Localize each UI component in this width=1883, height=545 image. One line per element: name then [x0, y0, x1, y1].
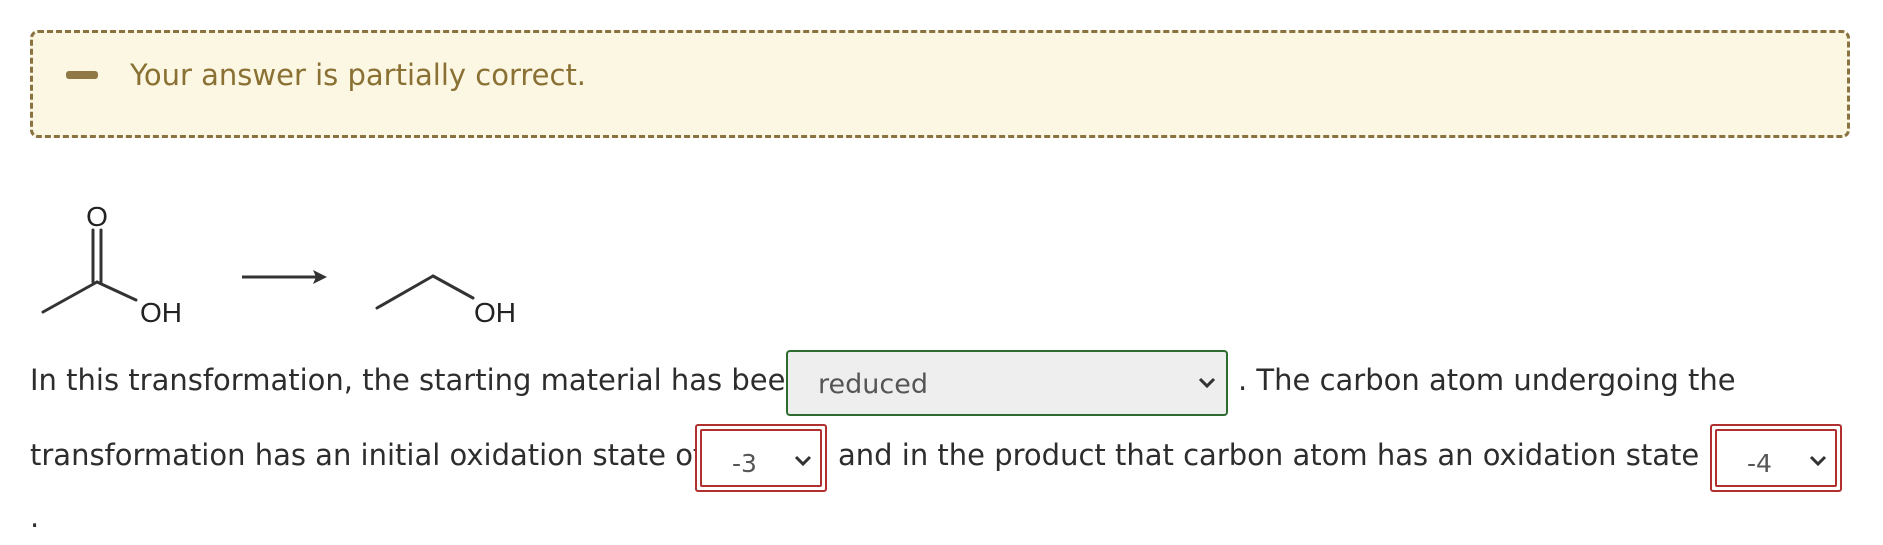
question-text-part2: . The carbon atom undergoing the	[1238, 363, 1736, 397]
question-text-part1: In this transformation, the starting mat…	[30, 363, 804, 397]
starting-material-carbonyl-o-label: O	[86, 201, 108, 232]
oxidation-reduction-select-value: reduced	[818, 369, 928, 400]
reaction-scheme: O OH OH	[41, 201, 516, 328]
question-text-part3: transformation has an initial oxidation …	[30, 438, 704, 472]
feedback-banner: Your answer is partially correct.	[30, 30, 1850, 138]
initial-oxidation-state-incorrect-frame: -3	[695, 424, 827, 492]
starting-material-oh-label: OH	[140, 297, 182, 328]
product-oh-label: OH	[474, 297, 516, 328]
question-text-part4: and in the product that carbon atom has …	[838, 438, 1737, 472]
minus-icon	[66, 71, 98, 79]
final-oxidation-state-incorrect-frame: -4	[1710, 424, 1842, 492]
final-oxidation-state-value: -4	[1747, 449, 1772, 478]
feedback-message: Your answer is partially correct.	[130, 58, 587, 92]
oxidation-reduction-select[interactable]: reduced	[786, 350, 1228, 416]
chevron-down-icon	[794, 455, 812, 467]
final-oxidation-state-select[interactable]: -4	[1715, 429, 1837, 487]
chevron-down-icon	[1809, 455, 1827, 467]
initial-oxidation-state-value: -3	[732, 449, 757, 478]
initial-oxidation-state-select[interactable]: -3	[700, 429, 822, 487]
product-structure	[375, 274, 475, 310]
starting-material-structure	[41, 228, 138, 314]
chevron-down-icon	[1198, 377, 1216, 389]
question-text-end: .	[30, 500, 40, 534]
reaction-arrow	[242, 270, 327, 284]
